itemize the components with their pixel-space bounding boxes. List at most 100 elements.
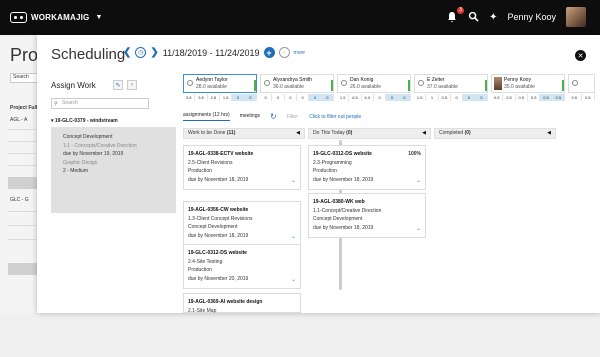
brand-name: WORKAMAJIG (31, 13, 90, 22)
daily-hours-cell: 1.5 (414, 94, 427, 101)
daily-hours-cell: 0 (450, 94, 464, 101)
task-card[interactable]: 19-AGL-0369-AI website design 2.1-Site M… (183, 293, 301, 314)
daily-hours-cell: 1.5 (337, 94, 350, 101)
team-member-card[interactable]: Aedynn Taylor 28.0 available 3.8 3.8 2.8 1.8 0… (183, 74, 257, 101)
task-card-subtask: 1.1-Concept/Creative Direction (313, 207, 382, 214)
brand-menu[interactable]: WORKAMAJIG ▼ (10, 12, 103, 23)
add-icon[interactable]: + (263, 47, 275, 58)
refresh-icon[interactable]: ↻ (270, 112, 277, 121)
daily-hours-cell: 0 (386, 94, 399, 101)
task-card-department: Concept Development (313, 216, 363, 222)
daily-hours-cell: 0 (463, 94, 476, 101)
expand-icon[interactable]: ⌄ (416, 177, 421, 186)
more-link[interactable]: more (294, 50, 305, 56)
daily-hours-cell: 0.5 (540, 94, 553, 101)
task-card[interactable]: 19-AGL-0380-WK web 1.1-Concept/Creative … (308, 193, 426, 238)
column-count: (11) (226, 130, 236, 136)
availability-indicator (254, 80, 256, 91)
task-card-title: 19-AGL-0369-AI website design (188, 299, 263, 305)
task-card-due: due by November 18, 2019 (188, 176, 249, 183)
list-item[interactable]: GLC - G (10, 197, 29, 203)
daily-hours-cell: 0 (296, 94, 310, 101)
task-card-subtask: 2.4-Site Testing (188, 258, 223, 265)
daily-hours-cell: 0.5 (581, 94, 595, 101)
tab-bar: assignments (12 hrs) meetings ↻ Filter: … (183, 112, 361, 121)
background-footer (0, 313, 600, 357)
task-card[interactable]: 19-AGL-0356-CW website 1.3-Client Concep… (183, 201, 301, 246)
tab-assignments[interactable]: assignments (12 hrs) (183, 112, 230, 121)
tab-meetings[interactable]: meetings (240, 113, 260, 121)
daily-hours-cell: 3.8 (183, 94, 196, 101)
notifications-button[interactable]: 3 (446, 7, 465, 23)
filter-link[interactable]: Click to filter out people (309, 114, 361, 120)
expand-icon[interactable]: ⌄ (291, 276, 296, 285)
task-card[interactable]: 19-GLC-0312-DS website 2.4-Site Testing … (183, 244, 301, 289)
pencil-icon[interactable]: ✎ (113, 80, 123, 90)
project-group-title[interactable]: ▾ 19-GLC-0379 - windstream (51, 118, 176, 124)
daily-hours-cell: 0 (475, 94, 488, 101)
team-member-summary: Alyxandrya Smith 36.0 available (260, 74, 334, 93)
team-member-name: E Zeiter (427, 77, 445, 83)
notification-count-badge: 3 (457, 7, 465, 14)
expand-icon[interactable]: ⌄ (416, 225, 421, 234)
daily-hours-strip: 1.5 6.5 6.0 0 0 0 (337, 94, 411, 101)
task-card-department: Production (188, 168, 212, 174)
task-card-subtask: 2.3-Programming (313, 159, 352, 166)
expand-icon[interactable]: ⌄ (291, 233, 296, 242)
task-subtask: 1.1 - Concepts/Creative Direction (63, 142, 137, 149)
avatar[interactable] (566, 7, 586, 27)
collapse-icon[interactable]: ◀ (547, 129, 551, 138)
team-member-summary: Dan Konig 26.0 available (337, 74, 411, 93)
column-count: (0) (346, 130, 353, 136)
search-icon[interactable] (468, 11, 479, 24)
daily-hours-cell: 0.5 (568, 94, 582, 101)
task-name: Concept Development (63, 134, 113, 140)
team-member-card[interactable]: Dan Konig 26.0 available 1.5 6.5 6.0 0 0 0 (337, 74, 411, 101)
daily-hours-cell: 0 (321, 94, 334, 101)
task-card-subtask: 2.1-Site Map (188, 307, 217, 314)
chevron-left-icon[interactable]: ‹ (127, 80, 137, 90)
background-project-list: Proje Search Project Full AGL - A GLC - … (8, 35, 52, 275)
team-member-card[interactable]: E Zeiter 37.0 available 1.5 1 0.5 0 0 0 (414, 74, 488, 101)
task-card[interactable]: 19-GLC-0312-DS website 100% 2.3-Programm… (308, 145, 426, 190)
daily-hours-strip: 000000 (260, 94, 334, 101)
daily-hours-cell: 0.5 (527, 94, 541, 101)
task-card-progress: 100% (408, 151, 421, 157)
team-member-card[interactable]: Penny Kooy 35.0 available 0.5 0.5 0.5 0.5 0.5 0… (491, 74, 565, 101)
scheduling-modal: Scheduling ❮ ◷ ❯ 11/18/2019 - 11/24/2019… (37, 35, 600, 314)
remove-icon[interactable]: − (278, 47, 290, 58)
user-name[interactable]: Penny Kooy (507, 12, 556, 22)
daily-hours-cell: 1 (426, 94, 439, 101)
avatar (494, 77, 502, 90)
daily-hours-cell: 0 (272, 94, 285, 101)
search-icon: ⚲ (54, 101, 58, 107)
next-week-button[interactable]: ❯ (150, 47, 158, 58)
assign-work-panel: Assign Work ✎ ‹ ⚲ Search ▾ 19-GLC-0379 -… (51, 80, 176, 290)
task-card-title: 19-AGL-0338-ECTV website (188, 151, 254, 157)
prev-week-button[interactable]: ❮ (123, 47, 131, 58)
collapse-icon[interactable]: ◀ (296, 129, 300, 138)
calendar-icon[interactable]: ◷ (135, 47, 147, 58)
sparkle-icon[interactable]: ✦ (489, 12, 497, 23)
daily-hours-cell: 0 (232, 94, 245, 101)
close-icon[interactable]: ✕ (575, 50, 586, 61)
availability-indicator (408, 80, 410, 91)
task-card[interactable]: 19-AGL-0338-ECTV website 2.5-Client Revi… (183, 145, 301, 190)
search-input[interactable]: ⚲ Search (51, 98, 149, 109)
collapse-icon[interactable]: ◀ (422, 129, 426, 138)
team-member-name: Penny Kooy (504, 77, 531, 83)
unassigned-task-card[interactable]: Concept Development 1.1 - Concepts/Creat… (51, 127, 176, 213)
daily-hours-cell: 2.8 (207, 94, 220, 101)
task-card-subtask: 1.3-Client Concept Revisions (188, 215, 253, 222)
list-item[interactable]: AGL - A (10, 117, 27, 123)
user-icon (418, 80, 424, 86)
expand-icon[interactable]: ⌄ (291, 177, 296, 186)
user-icon (341, 80, 347, 86)
task-card-department: Concept Development (188, 224, 238, 230)
daily-hours-cell: 0 (373, 94, 387, 101)
team-member-card[interactable]: 0.5 0.5 (568, 74, 595, 101)
team-member-name: Alyxandrya Smith (273, 77, 312, 83)
task-card-title: 19-GLC-0312-DS website (188, 250, 247, 256)
team-member-card[interactable]: Alyxandrya Smith 36.0 available 0 0 0 0 0 0 (260, 74, 334, 101)
column-do-this-today: Do This Today (0) ◀ (308, 128, 431, 139)
